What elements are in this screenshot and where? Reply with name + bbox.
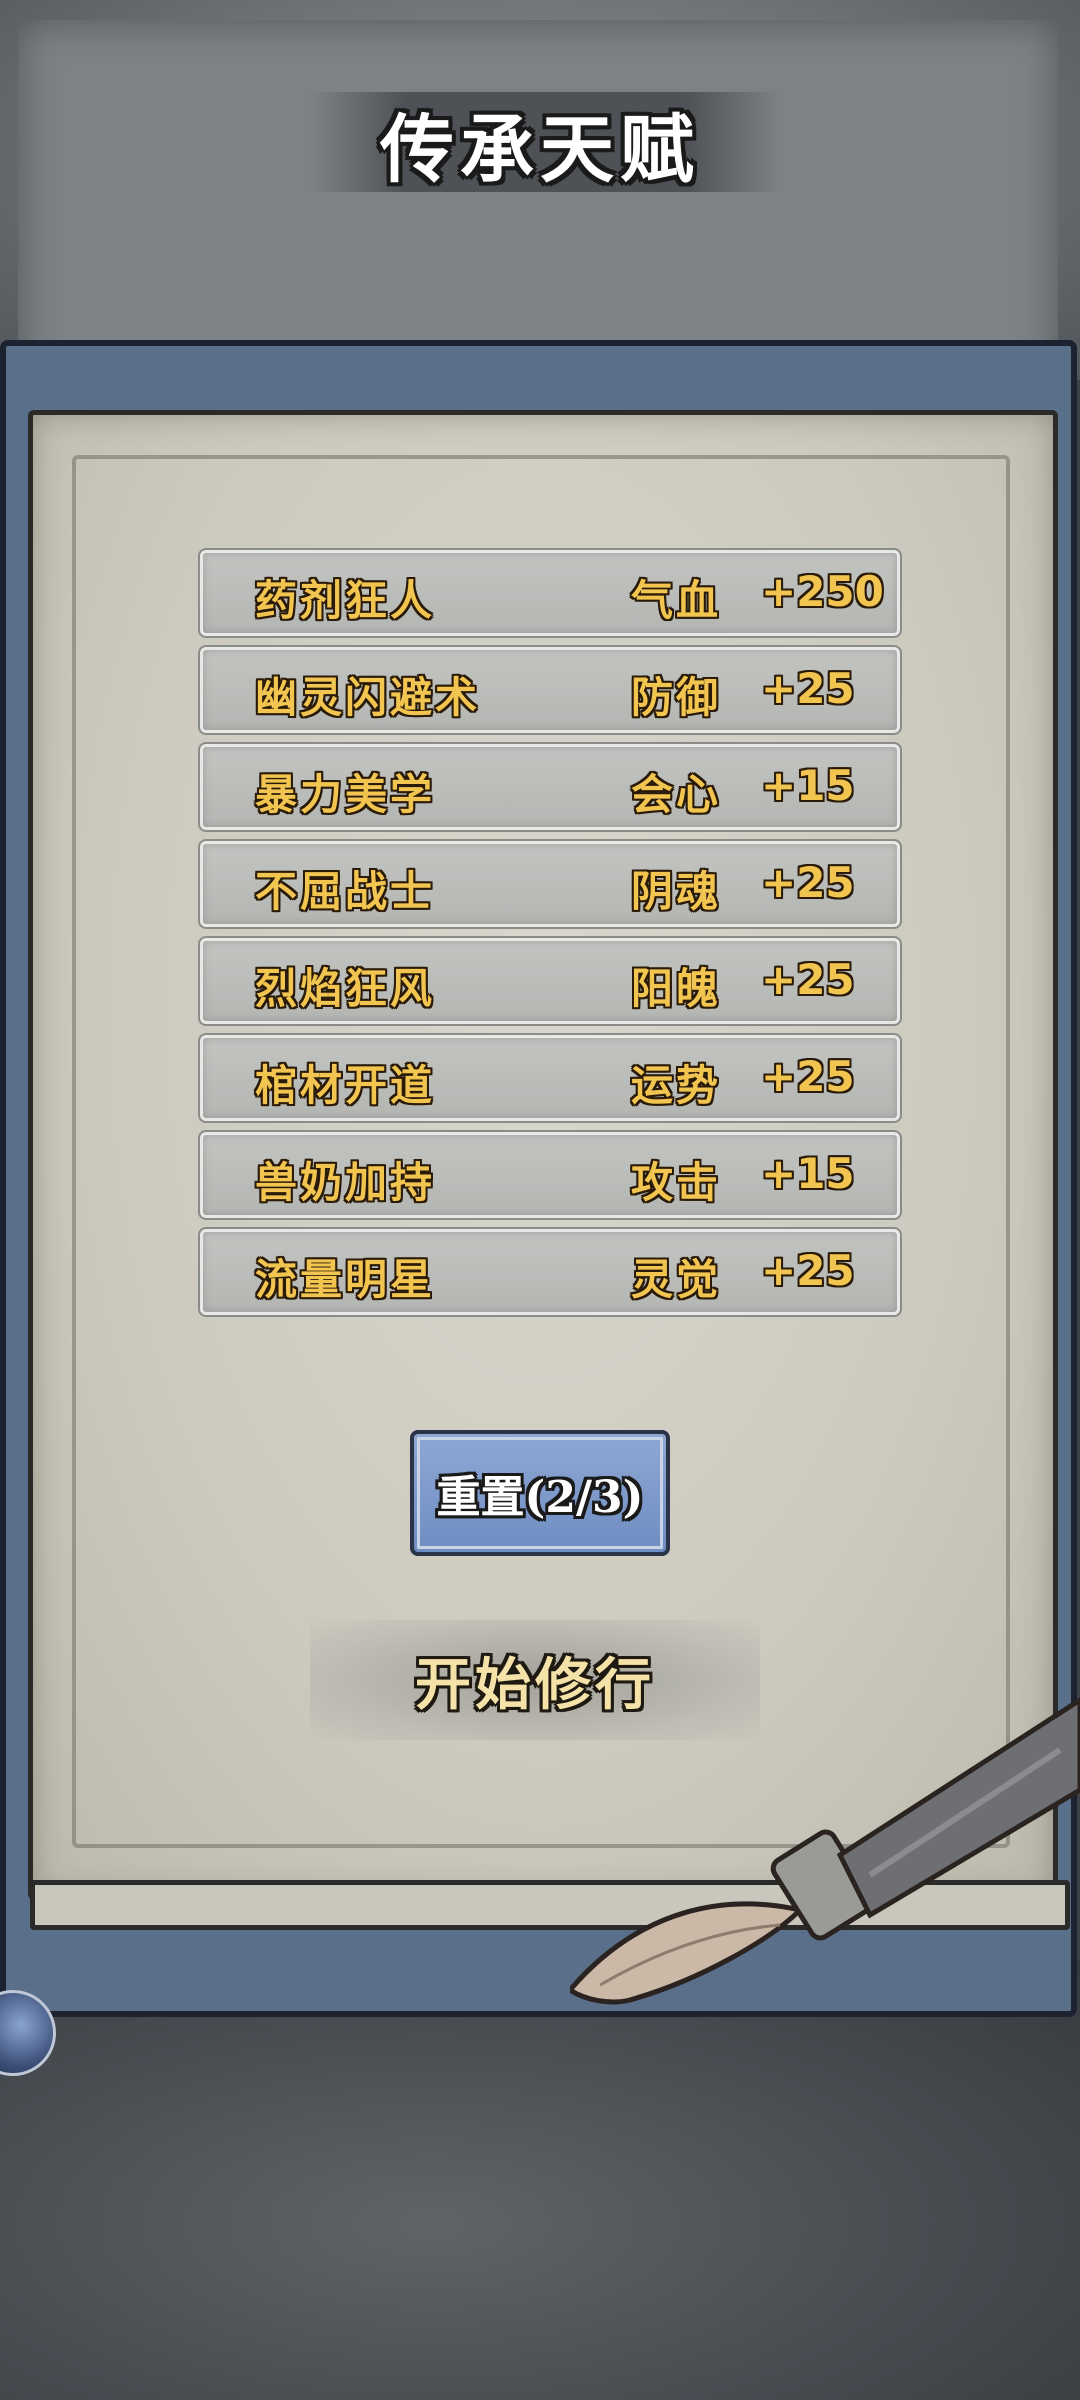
talent-stat: 防御 (631, 673, 722, 722)
talent-name: 暴力美学 (255, 770, 436, 819)
talent-name: 烈焰狂风 (255, 964, 436, 1013)
talent-stat: 攻击 (631, 1158, 722, 1207)
talent-row[interactable]: 药剂狂人 气血 +250 (198, 548, 902, 638)
talent-row[interactable]: 棺材开道 运势 +25 (198, 1033, 902, 1123)
talent-row[interactable]: 暴力美学 会心 +15 (198, 742, 902, 832)
reset-button[interactable]: 重置(2/3) (410, 1430, 670, 1556)
talent-value: +25 (761, 1246, 855, 1295)
talent-stat: 阳魄 (631, 964, 722, 1013)
reset-button-label: 重置(2/3) (436, 1472, 644, 1523)
talent-stat: 阴魂 (631, 867, 722, 916)
talent-name: 不屈战士 (255, 867, 436, 916)
talent-list: 药剂狂人 气血 +250 幽灵闪避术 防御 +25 暴力美学 会心 +15 不屈… (198, 548, 905, 1326)
brush-icon (570, 1697, 1080, 2005)
talent-row[interactable]: 幽灵闪避术 防御 +25 (198, 645, 902, 735)
talent-row[interactable]: 不屈战士 阴魂 +25 (198, 839, 902, 929)
talent-name: 兽奶加持 (255, 1158, 436, 1207)
talent-name: 药剂狂人 (255, 576, 436, 625)
talent-row[interactable]: 兽奶加持 攻击 +15 (198, 1130, 902, 1220)
talent-value: +15 (761, 1149, 855, 1198)
talent-value: +25 (761, 1052, 855, 1101)
talent-row[interactable]: 烈焰狂风 阳魄 +25 (198, 936, 902, 1026)
talent-stat: 气血 (631, 576, 722, 625)
talent-name: 幽灵闪避术 (255, 673, 481, 722)
talent-stat: 会心 (631, 770, 722, 819)
talent-stat: 运势 (631, 1061, 722, 1110)
talent-name: 流量明星 (255, 1255, 436, 1304)
talent-value: +250 (761, 567, 884, 616)
talent-value: +15 (761, 761, 855, 810)
page-title: 传承天赋 (380, 107, 700, 193)
talent-stat: 灵觉 (631, 1255, 722, 1304)
talent-value: +25 (761, 664, 855, 713)
talent-value: +25 (761, 858, 855, 907)
talent-name: 棺材开道 (255, 1061, 436, 1110)
talent-value: +25 (761, 955, 855, 1004)
talent-row[interactable]: 流量明星 灵觉 +25 (198, 1227, 902, 1317)
